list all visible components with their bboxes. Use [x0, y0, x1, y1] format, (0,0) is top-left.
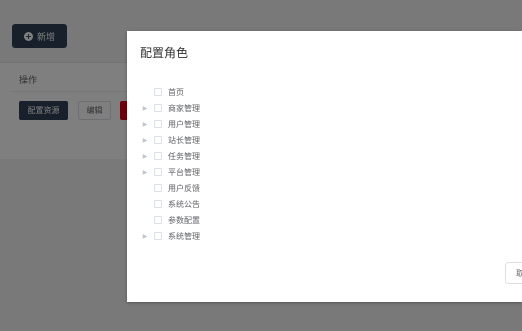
tree-checkbox[interactable]	[154, 136, 162, 144]
tree-node-label: 用户反馈	[168, 183, 200, 193]
caret-right-icon[interactable]: ▶	[141, 120, 149, 128]
tree-checkbox[interactable]	[154, 184, 162, 192]
tree-checkbox[interactable]	[154, 104, 162, 112]
tree-node-label: 平台管理	[168, 167, 200, 177]
tree-checkbox[interactable]	[154, 88, 162, 96]
tree-checkbox[interactable]	[154, 200, 162, 208]
config-role-dialog: 配置角色 ▶首页▶商家管理▶用户管理▶站长管理▶任务管理▶平台管理▶用户反馈▶系…	[127, 31, 522, 302]
tree-checkbox[interactable]	[154, 120, 162, 128]
tree-node-label: 商家管理	[168, 103, 200, 113]
tree-checkbox[interactable]	[154, 232, 162, 240]
caret-right-icon[interactable]: ▶	[141, 152, 149, 160]
tree-node[interactable]: ▶首页	[141, 84, 341, 100]
caret-right-icon[interactable]: ▶	[141, 232, 149, 240]
tree-node[interactable]: ▶系统公告	[141, 196, 341, 212]
tree-checkbox[interactable]	[154, 168, 162, 176]
tree-node[interactable]: ▶ 站长管理	[141, 132, 341, 148]
tree-node[interactable]: ▶参数配置	[141, 212, 341, 228]
tree-node-label: 系统公告	[168, 199, 200, 209]
dialog-title: 配置角色	[140, 46, 189, 60]
cancel-button[interactable]: 取	[505, 262, 522, 284]
tree-node-label: 参数配置	[168, 215, 200, 225]
tree-node[interactable]: ▶ 平台管理	[141, 164, 341, 180]
tree-checkbox[interactable]	[154, 152, 162, 160]
tree-node-label: 站长管理	[168, 135, 200, 145]
tree-checkbox[interactable]	[154, 216, 162, 224]
tree-node-label: 系统管理	[168, 231, 200, 241]
caret-right-icon[interactable]: ▶	[141, 104, 149, 112]
tree-node-label: 首页	[168, 87, 184, 97]
tree-node-label: 任务管理	[168, 151, 200, 161]
tree-node[interactable]: ▶ 商家管理	[141, 100, 341, 116]
tree-node[interactable]: ▶ 系统管理	[141, 228, 341, 244]
permission-tree: ▶首页▶商家管理▶用户管理▶站长管理▶任务管理▶平台管理▶用户反馈▶系统公告▶参…	[141, 84, 341, 244]
tree-node[interactable]: ▶ 任务管理	[141, 148, 341, 164]
tree-node-label: 用户管理	[168, 119, 200, 129]
tree-node[interactable]: ▶ 用户管理	[141, 116, 341, 132]
tree-node[interactable]: ▶用户反馈	[141, 180, 341, 196]
caret-right-icon[interactable]: ▶	[141, 136, 149, 144]
caret-right-icon[interactable]: ▶	[141, 168, 149, 176]
